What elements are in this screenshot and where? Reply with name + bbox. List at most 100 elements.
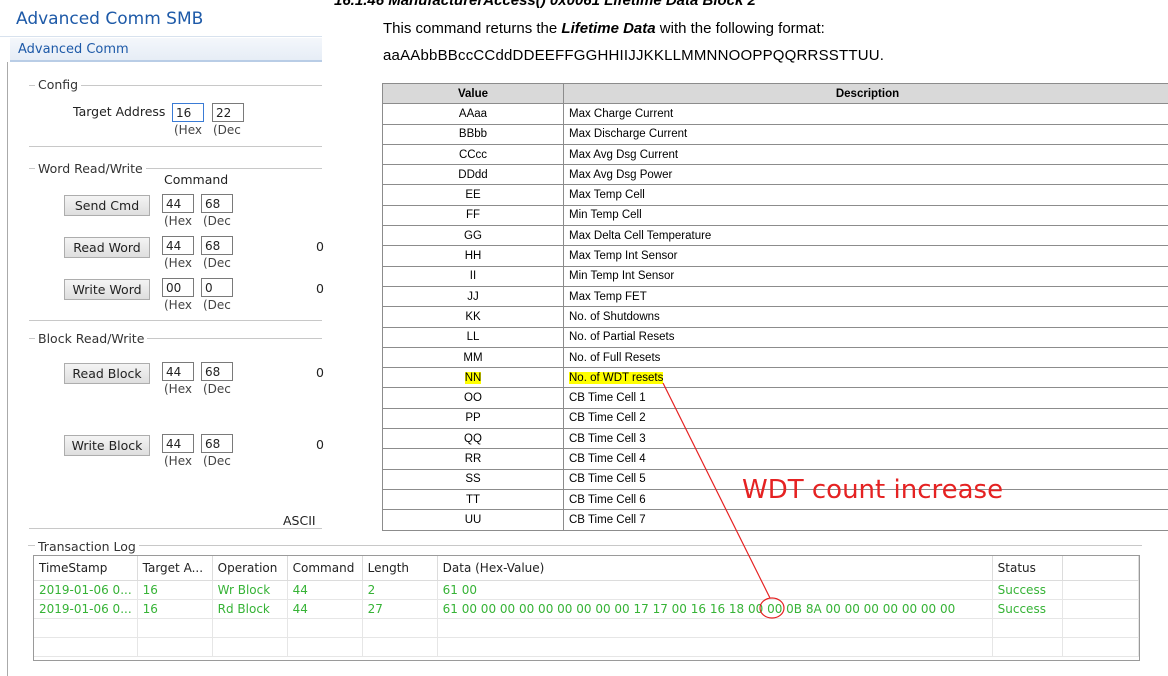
- table-cell-value: HH: [382, 245, 564, 267]
- log-cell: 16: [137, 580, 213, 600]
- write-block-hex-input[interactable]: [162, 434, 194, 453]
- write-word-dec-input[interactable]: [201, 278, 233, 297]
- log-column-header[interactable]: [1062, 556, 1139, 581]
- table-row: RR CB Time Cell 4: [382, 448, 1168, 470]
- log-cell: [137, 637, 213, 657]
- log-cell: [212, 637, 288, 657]
- read-block-dec-input[interactable]: [201, 362, 233, 381]
- write-word-button[interactable]: Write Word: [64, 279, 150, 300]
- write-block-dec-input[interactable]: [201, 434, 233, 453]
- send-cmd-hex-input[interactable]: [162, 194, 194, 213]
- table-cell-description: No. of Partial Resets: [563, 326, 1168, 348]
- send-cmd-button[interactable]: Send Cmd: [64, 195, 150, 216]
- log-cell: 2019-01-06 0...: [34, 599, 138, 619]
- read-block-hex-input[interactable]: [162, 362, 194, 381]
- transaction-log-title: Transaction Log: [35, 539, 139, 554]
- write-word-hex-input[interactable]: [162, 278, 194, 297]
- log-header-row: TimeStamp Target A... Operation Command Leng…: [34, 556, 1139, 581]
- value-code: MM: [463, 351, 483, 364]
- table-cell-value: QQ: [382, 428, 564, 450]
- read-word-button[interactable]: Read Word: [64, 237, 150, 258]
- log-cell: 61 00: [437, 580, 993, 600]
- table-cell-value: NN: [382, 367, 564, 389]
- table-row: DDdd Max Avg Dsg Power: [382, 164, 1168, 186]
- table-cell-description: Max Delta Cell Temperature: [563, 225, 1168, 247]
- value-code: CCcc: [458, 148, 488, 161]
- table-cell-value: CCcc: [382, 143, 564, 166]
- tab-advanced-comm[interactable]: Advanced Comm: [18, 42, 129, 57]
- value-description: No. of WDT resets: [569, 371, 664, 384]
- log-column-header[interactable]: Target A...: [137, 556, 213, 581]
- log-cell: [437, 637, 993, 657]
- table-row: FF Min Temp Cell: [382, 204, 1168, 227]
- table-cell-description: Max Temp Int Sensor: [563, 245, 1168, 267]
- table-cell-value: MM: [382, 346, 564, 369]
- table-cell-value: KK: [382, 306, 564, 328]
- log-cell: Wr Block: [212, 580, 288, 600]
- value-code: SS: [465, 473, 481, 486]
- read-word-dec-input[interactable]: [201, 236, 233, 255]
- table-cell-value: LL: [382, 326, 564, 348]
- read-word-hex-input[interactable]: [162, 236, 194, 255]
- log-cell: [992, 637, 1063, 657]
- table-row: PP CB Time Cell 2: [382, 407, 1168, 430]
- value-description: Min Temp Int Sensor: [569, 270, 675, 283]
- log-column-header[interactable]: Operation: [212, 556, 288, 581]
- title-divider: [0, 36, 322, 37]
- value-description: Max Avg Dsg Current: [569, 148, 679, 161]
- value-code: EE: [465, 189, 481, 202]
- log-row[interactable]: 2019-01-06 0... 16 Rd Block 44 27 61 00 00 00…: [34, 599, 1139, 619]
- dec-caption: (Dec: [203, 298, 231, 312]
- value-description: CB Time Cell 5: [569, 473, 646, 486]
- log-column-header[interactable]: Command: [287, 556, 363, 581]
- target-address-dec-input[interactable]: [212, 103, 244, 122]
- log-column-header[interactable]: Length: [362, 556, 438, 581]
- log-cell: [137, 618, 213, 638]
- target-address-hex-input[interactable]: [172, 103, 204, 122]
- value-description: Max Discharge Current: [569, 128, 688, 141]
- lifetime-data-table: Value Description AAaa Max Charge Current…: [382, 82, 1168, 531]
- read-word-button-label: Read Word: [73, 240, 141, 255]
- log-row[interactable]: 2019-01-06 0... 16 Wr Block 44 2 61 00 Success: [34, 580, 1139, 600]
- table-cell-description: Max Charge Current: [563, 103, 1168, 125]
- table-cell-description: CB Time Cell 3: [563, 428, 1168, 450]
- log-row[interactable]: [34, 618, 1139, 638]
- table-row: NN No. of WDT resets: [382, 367, 1168, 389]
- value-code: QQ: [464, 432, 482, 445]
- value-description: No. of Full Resets: [569, 351, 661, 364]
- value-description: CB Time Cell 3: [569, 432, 646, 445]
- log-column-header[interactable]: Data (Hex-Value): [437, 556, 993, 581]
- log-cell: 27: [362, 599, 438, 619]
- value-code: LL: [466, 331, 480, 344]
- doc-intro-prefix: This command returns the: [383, 20, 562, 37]
- value-code: FF: [465, 209, 481, 222]
- log-column-header[interactable]: Status: [992, 556, 1063, 581]
- log-cell: [34, 618, 138, 638]
- read-block-button[interactable]: Read Block: [64, 363, 150, 384]
- table-row: CCcc Max Avg Dsg Current: [382, 143, 1168, 166]
- value-description: Max Temp Int Sensor: [569, 250, 678, 263]
- value-code: PP: [465, 412, 481, 425]
- word-rw-group-title: Word Read/Write: [35, 161, 146, 176]
- send-cmd-dec-input[interactable]: [201, 194, 233, 213]
- write-word-button-label: Write Word: [72, 282, 142, 297]
- transaction-log-grid[interactable]: TimeStamp Target A... Operation Command Leng…: [33, 555, 1140, 661]
- table-cell-description: No. of Full Resets: [563, 346, 1168, 369]
- log-cell: 44: [287, 599, 363, 619]
- value-code: GG: [464, 229, 482, 242]
- table-cell-value: SS: [382, 468, 564, 490]
- hex-caption: (Hex: [174, 123, 202, 137]
- write-block-button[interactable]: Write Block: [64, 435, 150, 456]
- value-code: RR: [464, 452, 482, 465]
- table-row: OO CB Time Cell 1: [382, 387, 1168, 409]
- log-row[interactable]: [34, 637, 1139, 657]
- doc-section-heading: 16.1.46 ManufacturerAccess() 0x0061 Life…: [334, 0, 756, 9]
- value-description: CB Time Cell 2: [569, 412, 646, 425]
- dec-caption: (Dec: [203, 256, 231, 270]
- hex-caption: (Hex: [164, 382, 192, 396]
- config-group-title: Config: [35, 77, 82, 92]
- log-column-header[interactable]: TimeStamp: [34, 556, 138, 581]
- value-description: Max Temp Cell: [569, 189, 645, 202]
- value-description: CB Time Cell 7: [569, 513, 646, 526]
- table-header-value: Value: [382, 82, 564, 105]
